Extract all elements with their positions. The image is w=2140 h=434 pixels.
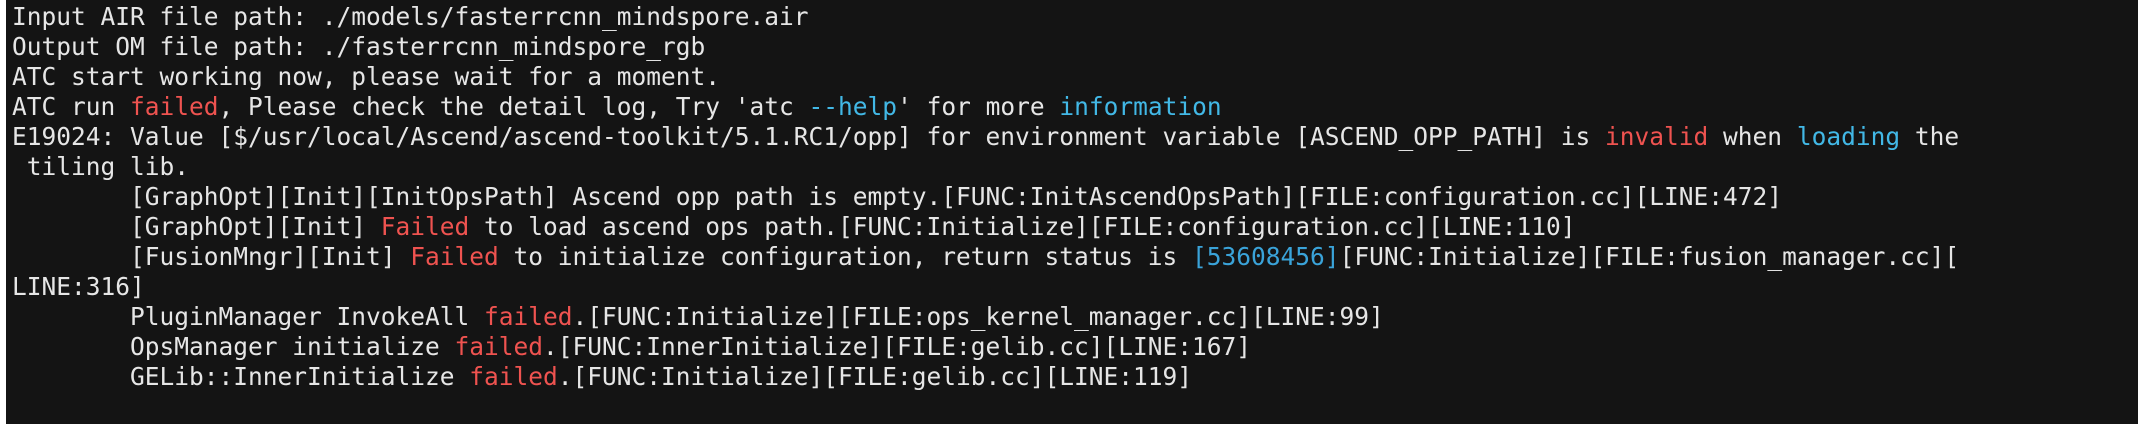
error-keyword: failed [469,362,558,391]
highlight-keyword: --help [808,92,898,121]
page-margin [0,424,2140,434]
terminal-line: ATC run failed, Please check the detail … [12,92,2138,122]
terminal-line: Output OM file path: ./fasterrcnn_mindsp… [12,32,2138,62]
log-text: to initialize configuration, return stat… [498,242,1193,271]
terminal-line: tiling lib. [12,152,2138,182]
log-text: .[FUNC:InnerInitialize][FILE:gelib.cc][L… [543,332,1252,361]
terminal-line: LINE:316] [12,272,2138,302]
log-text: E19024: Value [$/usr/local/Ascend/ascend… [12,122,1606,151]
error-keyword: invalid [1605,122,1709,151]
terminal-output[interactable]: Input AIR file path: ./models/fasterrcnn… [6,0,2138,424]
log-text: Output OM file path: ./fasterrcnn_mindsp… [12,32,706,61]
log-text: ' for more [897,92,1060,121]
log-text: [GraphOpt][Init][InitOpsPath] Ascend opp… [12,182,1783,211]
log-text: ATC run [12,92,131,121]
terminal-line: ATC start working now, please wait for a… [12,62,2138,92]
log-text: to load ascend ops path.[FUNC:Initialize… [469,212,1576,241]
error-keyword: failed [484,302,573,331]
log-text: [FusionMngr][Init] [12,242,411,271]
log-text: PluginManager InvokeAll [12,302,485,331]
status-code: [53608456] [1192,242,1340,271]
terminal-line: PluginManager InvokeAll failed.[FUNC:Ini… [12,302,2138,332]
log-text: [GraphOpt][Init] [12,212,381,241]
log-text: , Please check the detail log, Try 'atc [218,92,809,121]
log-text: [FUNC:Initialize][FILE:fusion_manager.cc… [1339,242,1960,271]
log-text: .[FUNC:Initialize][FILE:gelib.cc][LINE:1… [557,362,1193,391]
terminal-line: [GraphOpt][Init] Failed to load ascend o… [12,212,2138,242]
terminal-line: E19024: Value [$/usr/local/Ascend/ascend… [12,122,2138,152]
terminal-line: Input AIR file path: ./models/fasterrcnn… [12,2,2138,32]
log-text: LINE:316] [12,272,145,301]
terminal-line: [GraphOpt][Init][InitOpsPath] Ascend opp… [12,182,2138,212]
log-text: GELib::InnerInitialize [12,362,470,391]
error-keyword: failed [454,332,544,361]
log-text: OpsManager initialize [12,332,455,361]
error-keyword: Failed [410,242,499,271]
terminal-line: GELib::InnerInitialize failed.[FUNC:Init… [12,362,2138,392]
error-keyword: failed [130,92,219,121]
log-text: ATC start working now, please wait for a… [12,62,721,91]
log-text: the [1900,122,1960,151]
error-keyword: Failed [380,212,470,241]
terminal-line: OpsManager initialize failed.[FUNC:Inner… [12,332,2138,362]
log-text: Input AIR file path: ./models/fasterrcnn… [12,2,809,31]
log-text: when [1708,122,1797,151]
highlight-keyword: loading [1796,122,1901,151]
log-text: .[FUNC:Initialize][FILE:ops_kernel_manag… [572,302,1384,331]
terminal-line: [FusionMngr][Init] Failed to initialize … [12,242,2138,272]
log-text: tiling lib. [12,152,190,181]
highlight-keyword: information [1059,92,1222,121]
